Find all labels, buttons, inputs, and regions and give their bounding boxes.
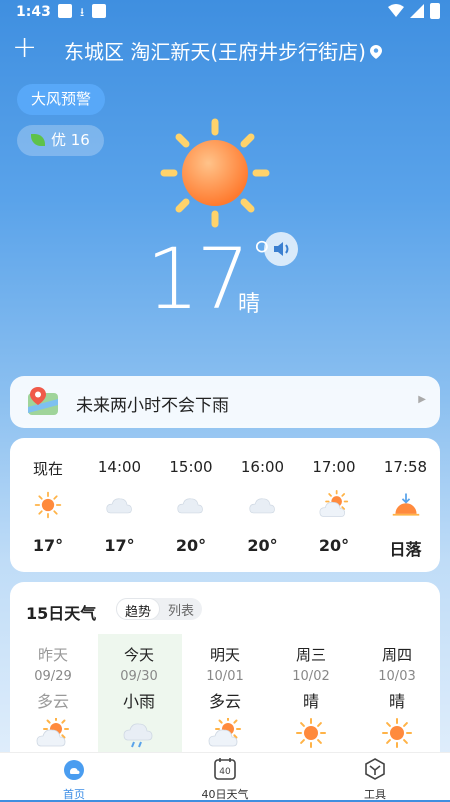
cloud-icon bbox=[248, 498, 275, 514]
bottom-navigation: 首页 40 40日天气 工具 bbox=[0, 752, 450, 802]
rain-forecast-text: 未来两小时不会下雨 bbox=[76, 396, 229, 416]
day-date: 09/29 bbox=[34, 669, 72, 684]
day-date: 10/01 bbox=[206, 669, 244, 684]
sunset-icon bbox=[392, 493, 419, 516]
day-condition: 晴 bbox=[302, 692, 319, 711]
daily-item[interactable]: 明天 10/01 多云 bbox=[182, 644, 268, 752]
partly-cloudy-icon bbox=[36, 716, 69, 747]
location-pin-icon bbox=[369, 45, 382, 59]
partly-cloudy-icon bbox=[208, 716, 241, 747]
signal-icon bbox=[410, 4, 424, 18]
wifi-icon bbox=[388, 4, 404, 17]
day-condition: 小雨 bbox=[122, 692, 155, 711]
header: + 东城区 淘汇新天(王府井步行街店) bbox=[0, 30, 450, 65]
calendar-40-icon: 40 bbox=[214, 758, 236, 780]
status-notification-icons: ⭳ bbox=[58, 4, 107, 20]
voice-broadcast-button[interactable] bbox=[264, 232, 298, 266]
nav-tools[interactable]: 工具 bbox=[330, 757, 420, 802]
sun-icon bbox=[296, 718, 326, 748]
chevron-right-icon: ▶ bbox=[418, 394, 426, 405]
hourly-temperature: 17° bbox=[104, 536, 135, 555]
hourly-time: 15:00 bbox=[169, 458, 213, 476]
battery-icon bbox=[430, 3, 440, 19]
day-name: 周四 bbox=[381, 646, 412, 664]
day-name: 昨天 bbox=[37, 646, 68, 664]
download-icon: ⭳ bbox=[80, 5, 85, 19]
status-time: 1:43 bbox=[16, 4, 51, 20]
air-quality-label: 优 16 bbox=[51, 131, 90, 149]
day-name: 今天 bbox=[123, 646, 154, 664]
location-title[interactable]: 东城区 淘汇新天(王府井步行街店) bbox=[64, 36, 382, 65]
day-name: 周三 bbox=[295, 646, 326, 664]
day-date: 09/30 bbox=[120, 669, 158, 684]
nav-home[interactable]: 首页 bbox=[29, 757, 119, 802]
view-toggle: 趋势 列表 bbox=[116, 598, 203, 620]
rain-icon bbox=[123, 723, 153, 748]
location-label: 东城区 淘汇新天(王府井步行街店) bbox=[64, 40, 366, 64]
hourly-temperature: 20° bbox=[247, 536, 278, 555]
sun-icon bbox=[160, 118, 270, 228]
hourly-time: 16:00 bbox=[240, 458, 285, 476]
cloud-icon bbox=[177, 498, 203, 514]
toggle-trend[interactable]: 趋势 bbox=[116, 598, 161, 620]
cloud-icon bbox=[105, 498, 132, 514]
app-a-icon bbox=[92, 4, 107, 18]
nav-40-day[interactable]: 40 40日天气 bbox=[180, 757, 270, 802]
day-date: 10/02 bbox=[292, 669, 330, 684]
toggle-list[interactable]: 列表 bbox=[160, 598, 202, 620]
sun-icon bbox=[34, 491, 62, 519]
sun-icon bbox=[382, 718, 412, 748]
hourly-time: 现在 bbox=[32, 460, 63, 478]
day-condition: 多云 bbox=[36, 692, 69, 711]
hourly-time: 17:58 bbox=[383, 458, 428, 476]
add-city-button[interactable]: + bbox=[12, 30, 37, 65]
calendar-badge-text: 40 bbox=[219, 767, 231, 777]
tools-icon bbox=[365, 758, 385, 780]
rain-forecast-card[interactable]: 未来两小时不会下雨 ▶ bbox=[10, 376, 440, 428]
temperature-value: 17 bbox=[146, 230, 250, 328]
daily-item[interactable]: 今天 09/30 小雨 bbox=[96, 644, 182, 752]
daily-item[interactable]: 昨天 09/29 多云 bbox=[10, 644, 96, 752]
status-system-icons bbox=[388, 3, 440, 19]
day-condition: 晴 bbox=[388, 692, 405, 711]
rain-map-icon bbox=[28, 387, 58, 415]
hourly-temperature: 17° bbox=[32, 536, 64, 555]
hourly-temperature: 20° bbox=[318, 536, 350, 555]
status-bar: 1:43 ⭳ bbox=[0, 0, 450, 26]
hourly-temperature: 20° bbox=[175, 536, 207, 555]
hourly-temperature: 日落 bbox=[389, 540, 422, 559]
partly-cloudy-icon bbox=[319, 490, 349, 517]
wind-warning-badge[interactable]: 大风预警 bbox=[17, 84, 106, 115]
daily-forecast-title: 15日天气 bbox=[26, 604, 97, 623]
hourly-forecast-card[interactable]: 现在 17° 14:00 17° 15:00 20° 16:00 20° 17:00 20° 17:… bbox=[10, 438, 440, 572]
day-condition: 多云 bbox=[208, 692, 241, 711]
daily-item[interactable]: 周四 10/03 晴 bbox=[354, 644, 440, 752]
hourly-time: 17:00 bbox=[312, 458, 356, 476]
leaf-icon bbox=[31, 134, 45, 146]
hourly-time: 14:00 bbox=[97, 458, 142, 476]
day-date: 10/03 bbox=[378, 669, 416, 684]
air-quality-badge[interactable]: 优 16 bbox=[17, 125, 104, 156]
speaker-icon bbox=[274, 242, 289, 256]
daily-forecast-card: 15日天气 趋势 列表 昨天 09/29 多云 今天 09/30 小雨 明天 10/01 多云 周… bbox=[10, 582, 440, 762]
current-condition: 晴 bbox=[238, 292, 261, 317]
notification-square-icon bbox=[58, 4, 72, 18]
day-name: 明天 bbox=[209, 646, 240, 664]
home-weather-icon bbox=[64, 760, 84, 780]
daily-item[interactable]: 周三 10/02 晴 bbox=[268, 644, 354, 752]
